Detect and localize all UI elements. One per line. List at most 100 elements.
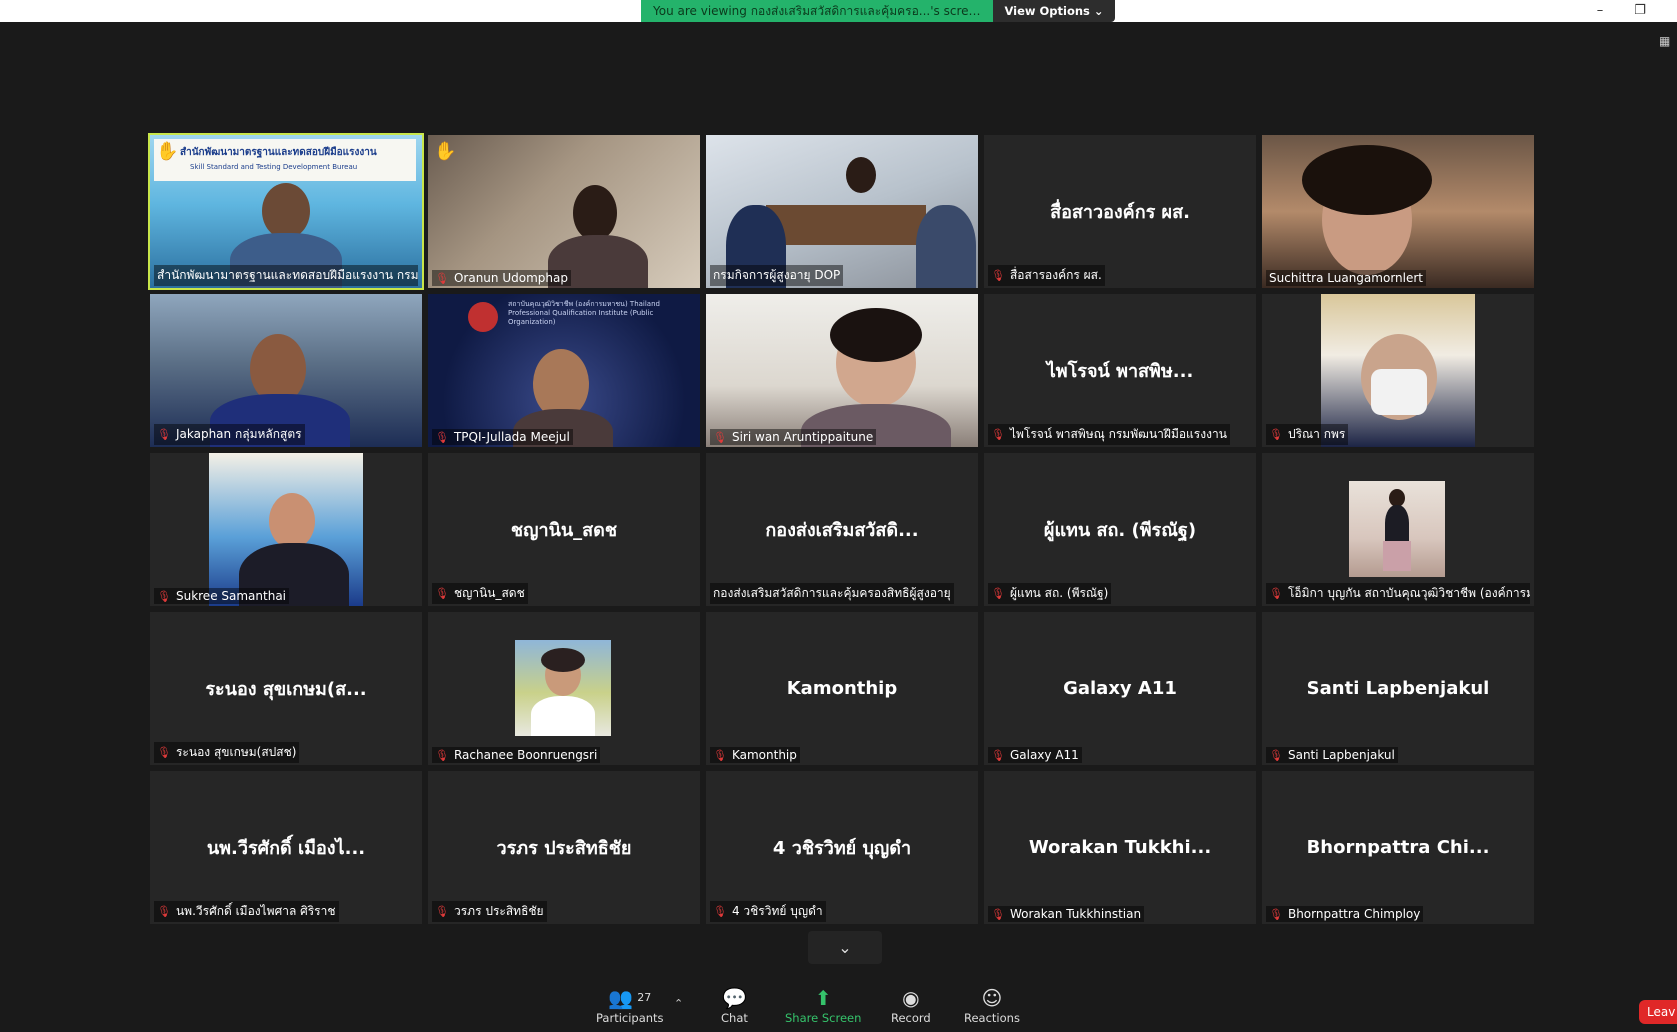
record-icon: ◉ xyxy=(902,986,920,1010)
participant-video: สถาบันคุณวุฒิวิชาชีพ (องค์การมหาชน) Thai… xyxy=(428,294,700,447)
participant-name: 🎙 วรภร ประสิทธิชัย xyxy=(432,901,547,922)
viewing-screen-text: You are viewing กองส่งเสริมสวัสดิการและค… xyxy=(641,0,993,22)
mic-muted-icon: 🎙 xyxy=(1269,907,1283,921)
mic-muted-icon: 🎙 xyxy=(157,589,171,603)
chat-label: Chat xyxy=(721,1011,748,1025)
participant-name-text: TPQI-Jullada Meejul xyxy=(453,430,570,444)
mic-muted-icon: 🎙 xyxy=(435,587,449,600)
mic-muted-icon: 🎙 xyxy=(157,905,171,918)
participant-tile[interactable]: 🎙 Rachanee Boonruengsri xyxy=(428,612,700,765)
participant-tile[interactable]: สำนักพัฒนามาตรฐานและทดสอบฝีมือแรงงาน Ski… xyxy=(148,133,424,290)
participant-tile[interactable]: 4 วชิรวิทย์ บุญดำ 🎙 4 วชิรวิทย์ บุญดำ xyxy=(706,771,978,924)
participant-name: 🎙 TPQI-Jullada Meejul xyxy=(432,429,573,445)
participant-name: สำนักพัฒนามาตรฐานและทดสอบฝีมือแรงงาน กรม… xyxy=(154,265,418,286)
participant-name-text: ชญานิน_สดช xyxy=(453,586,525,600)
participant-name-text: Suchittra Luangamornlert xyxy=(1269,271,1423,285)
participant-name-text: Oranun Udomphap xyxy=(453,271,568,285)
gallery-grid: สำนักพัฒนามาตรฐานและทดสอบฝีมือแรงงาน Ski… xyxy=(148,133,1540,930)
participant-tile[interactable]: นพ.วีรศักดิ์ เมืองไ... 🎙 นพ.วีรศักดิ์ เมื… xyxy=(150,771,422,924)
participant-tile[interactable]: กองส่งเสริมสวัสดิ... กองส่งเสริมสวัสดิกา… xyxy=(706,453,978,606)
participant-tile[interactable]: Kamonthip 🎙 Kamonthip xyxy=(706,612,978,765)
chevron-up-icon: ⌃ xyxy=(674,997,684,1010)
participant-tile[interactable]: ✋ 🎙 Oranun Udomphap xyxy=(428,135,700,288)
participant-name: กรมกิจการผู้สูงอายุ DOP xyxy=(710,265,844,286)
participant-name: 🎙 สื่อสารองค์กร ผส. xyxy=(988,265,1105,286)
participant-tile[interactable]: วรภร ประสิทธิชัย 🎙 วรภร ประสิทธิชัย xyxy=(428,771,700,924)
participant-name-text: สื่อสารองค์กร ผส. xyxy=(1009,268,1102,282)
participant-tile[interactable]: Worakan Tukkhi... 🎙 Worakan Tukkhinstian xyxy=(984,771,1256,924)
participant-name-text: Worakan Tukkhinstian xyxy=(1009,907,1142,921)
participant-video xyxy=(428,135,700,288)
restore-button[interactable]: ❐ xyxy=(1626,2,1654,20)
participant-name-text: Rachanee Boonruengsri xyxy=(453,748,598,762)
mic-muted-icon: 🎙 xyxy=(435,271,449,285)
participant-tile[interactable]: 🎙 Siri wan Aruntippaitune xyxy=(706,294,978,447)
participant-tile[interactable]: 🎙 Jakaphan กลุ่มหลักสูตร xyxy=(150,294,422,447)
mic-muted-icon: 🎙 xyxy=(435,748,449,762)
reactions-button[interactable]: ☺ Reactions xyxy=(964,985,1020,1025)
participant-name-text: 4 วชิรวิทย์ บุญดำ xyxy=(731,904,823,918)
participant-name-text: Siri wan Aruntippaitune xyxy=(731,430,874,444)
participant-name-text: วรภร ประสิทธิชัย xyxy=(453,904,544,918)
participant-name-text: กรมกิจการผู้สูงอายุ DOP xyxy=(713,268,841,282)
participant-tile[interactable]: Bhornpattra Chi... 🎙 Bhornpattra Chimploy xyxy=(1262,771,1534,924)
mic-muted-icon: 🎙 xyxy=(435,430,449,444)
participant-tile[interactable]: 🎙 ปริณา กพร xyxy=(1262,294,1534,447)
participant-tile[interactable]: สื่อสาวองค์กร ผส. 🎙 สื่อสารองค์กร ผส. xyxy=(984,135,1256,288)
participant-tile[interactable]: สถาบันคุณวุฒิวิชาชีพ (องค์การมหาชน) Thai… xyxy=(428,294,700,447)
reactions-label: Reactions xyxy=(964,1011,1020,1025)
participant-name: 🎙 ผู้แทน สถ. (พีรณัฐ) xyxy=(988,583,1112,604)
participant-name-text: ระนอง สุขเกษม(สปสช) xyxy=(175,745,297,759)
participant-name-text: Jakaphan กลุ่มหลักสูตร xyxy=(175,427,302,441)
participant-name: 🎙 Oranun Udomphap xyxy=(432,270,571,286)
participant-name-text: นพ.วีรศักดิ์ เมืองไพศาล ศิริราช xyxy=(175,904,336,918)
participant-name-text: ไพโรจน์ พาสพิษณุ กรมพัฒนาฝีมือแรงงาน xyxy=(1009,427,1227,441)
participants-icon: 👥 27 xyxy=(608,986,652,1010)
participants-options-chevron[interactable]: ⌃ xyxy=(674,997,683,1010)
participant-name: 🎙 Kamonthip xyxy=(710,747,800,763)
share-screen-button[interactable]: ⬆ Share Screen xyxy=(785,985,861,1025)
participant-tile[interactable]: Santi Lapbenjakul 🎙 Santi Lapbenjakul xyxy=(1262,612,1534,765)
chat-icon: 💬 xyxy=(721,986,747,1010)
participant-name-text: Kamonthip xyxy=(731,748,797,762)
participant-name: 🎙 Worakan Tukkhinstian xyxy=(988,906,1145,922)
participant-display-name: Galaxy A11 xyxy=(1063,678,1177,699)
mic-muted-icon: 🎙 xyxy=(991,907,1005,921)
slide-title-th: สำนักพัฒนามาตรฐานและทดสอบฝีมือแรงงาน xyxy=(180,147,377,158)
participant-avatar xyxy=(515,640,611,736)
leave-button[interactable]: Leav xyxy=(1639,1000,1677,1024)
mic-muted-icon: 🎙 xyxy=(1269,748,1283,762)
minimize-button[interactable]: – xyxy=(1586,2,1614,20)
participant-name: Suchittra Luangamornlert xyxy=(1266,270,1426,286)
participant-name-text: Bhornpattra Chimploy xyxy=(1287,907,1421,921)
chat-button[interactable]: 💬 Chat xyxy=(721,985,748,1025)
collapse-toolbar-button[interactable]: ⌄ xyxy=(808,931,882,964)
participant-name: 🎙 4 วชิรวิทย์ บุญดำ xyxy=(710,901,826,922)
participant-tile[interactable]: 🎙 Sukree Samanthai xyxy=(150,453,422,606)
slide-title-en: Skill Standard and Testing Development B… xyxy=(190,163,358,171)
participants-button[interactable]: 👥 27 Participants xyxy=(596,985,664,1025)
participant-tile[interactable]: Suchittra Luangamornlert xyxy=(1262,135,1534,288)
mic-muted-icon: 🎙 xyxy=(435,905,449,918)
gallery-layout-icon[interactable]: ▦ xyxy=(1659,34,1673,48)
mic-muted-icon: 🎙 xyxy=(991,748,1005,762)
participant-name-text: ผู้แทน สถ. (พีรณัฐ) xyxy=(1009,586,1109,600)
record-button[interactable]: ◉ Record xyxy=(891,985,931,1025)
participants-label: Participants xyxy=(596,1011,664,1025)
participant-tile[interactable]: ชญานิน_สดช 🎙 ชญานิน_สดช xyxy=(428,453,700,606)
participant-name: 🎙 ชญานิน_สดช xyxy=(432,583,528,604)
participant-name: 🎙 Siri wan Aruntippaitune xyxy=(710,429,877,445)
participant-tile[interactable]: 🎙 โอ็มิกา บุญกัน สถาบันคุณวุฒิวิชาชีพ (อง… xyxy=(1262,453,1534,606)
participant-tile[interactable]: ระนอง สุขเกษม(ส... 🎙 ระนอง สุขเกษม(สปสช) xyxy=(150,612,422,765)
participant-name-text: กองส่งเสริมสวัสดิการและคุ้มครองสิทธิผู้ส… xyxy=(713,586,951,600)
participant-name: 🎙 ปริณา กพร xyxy=(1266,424,1349,445)
participant-name: กองส่งเสริมสวัสดิการและคุ้มครองสิทธิผู้ส… xyxy=(710,583,954,604)
participant-video xyxy=(209,453,363,606)
participant-tile[interactable]: ไพโรจน์ พาสพิษ... 🎙 ไพโรจน์ พาสพิษณุ กรมพ… xyxy=(984,294,1256,447)
participant-tile[interactable]: Galaxy A11 🎙 Galaxy A11 xyxy=(984,612,1256,765)
participant-name: 🎙 ไพโรจน์ พาสพิษณุ กรมพัฒนาฝีมือแรงงาน xyxy=(988,424,1230,445)
participant-tile[interactable]: กรมกิจการผู้สูงอายุ DOP xyxy=(706,135,978,288)
mic-muted-icon: 🎙 xyxy=(713,905,727,918)
view-options-button[interactable]: View Options ⌄ xyxy=(993,0,1115,22)
participant-tile[interactable]: ผู้แทน สถ. (พีรณัฐ) 🎙 ผู้แทน สถ. (พีรณัฐ) xyxy=(984,453,1256,606)
